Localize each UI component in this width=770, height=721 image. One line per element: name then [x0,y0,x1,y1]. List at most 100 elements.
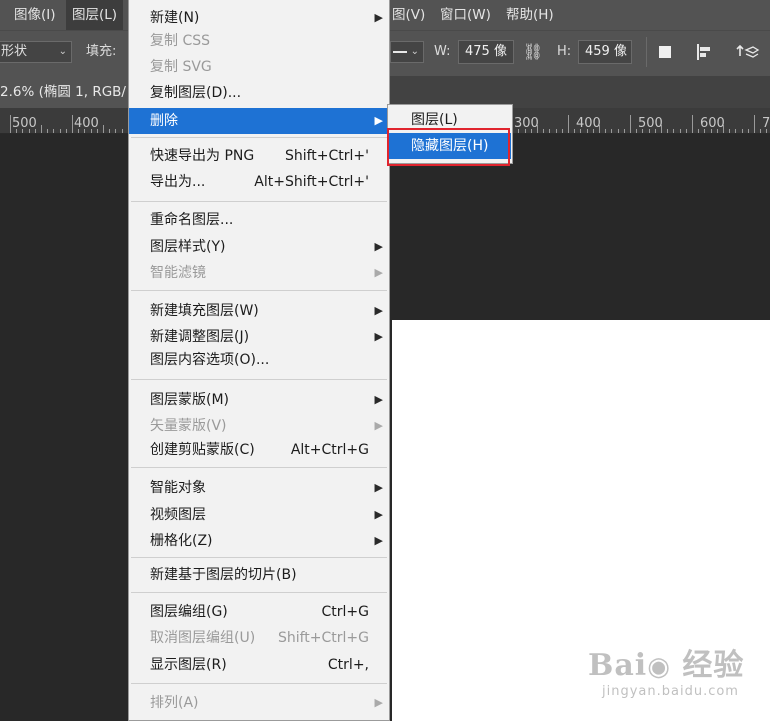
menu-item-label: 新建(N) [150,10,200,26]
submenu-arrow-icon: ▶ [374,266,383,279]
menu-item-video-layer[interactable]: 视频图层 ▶ [129,502,389,528]
shape-mode-value: 形状 [1,44,28,59]
menu-item-label: 图层编组(G) [150,604,228,620]
ruler-tick [543,129,545,133]
menu-item-smart-filter[interactable]: 智能滤镜 ▶ [129,260,389,286]
ruler-tick [10,115,11,133]
menu-image[interactable]: 图像(I) [8,0,62,30]
menu-item-smart-object[interactable]: 智能对象 ▶ [129,475,389,501]
menu-item-ungroup-layers[interactable]: 取消图层编组(U) Shift+Ctrl+G [129,625,389,651]
ruler-tick [16,129,18,133]
ruler-tick [96,129,98,133]
menu-item-label: 导出为... [150,174,206,190]
menu-view[interactable]: 图(V) [386,0,431,30]
menu-item-label: 创建剪贴蒙版(C) [150,442,255,458]
ruler-tick [611,129,613,133]
menu-item-label: 复制 SVG [150,59,212,75]
menu-item-layer-mask[interactable]: 图层蒙版(M) ▶ [129,387,389,413]
ruler-tick [59,129,61,133]
ruler-tick [22,129,24,133]
menu-item-new-fill-layer[interactable]: 新建填充图层(W) ▶ [129,298,389,324]
ruler-tick [698,129,700,133]
watermark: Bai◉ 经验 jingyan.baidu.com [588,640,748,700]
ruler-tick [78,129,80,133]
ruler-tick [121,129,123,133]
menu-separator [131,683,387,684]
menu-item-label: 图层样式(Y) [150,239,226,255]
ruler-tick [599,125,600,133]
document-tab[interactable]: 2.6% (椭圆 1, RGB/ [0,76,128,108]
menu-separator [131,290,387,291]
ruler-tick [549,129,551,133]
menu-item-label: 重命名图层... [150,212,234,228]
menu-item-layer-content-options[interactable]: 图层内容选项(O)... [129,347,389,373]
shape-mode-select[interactable]: 形状 ⌄ [0,41,72,63]
menu-item-new-layer-based-slice[interactable]: 新建基于图层的切片(B) [129,562,389,588]
ruler-tick [568,115,569,133]
path-operations-icon[interactable] [654,41,676,63]
menu-item-label: 快速导出为 PNG [150,148,255,164]
ruler-tick [574,129,576,133]
ruler-tick [84,129,86,133]
divider [646,37,647,67]
ruler-tick [692,115,693,133]
ruler-tick [524,129,526,133]
menu-item-export-as[interactable]: 导出为... Alt+Shift+Ctrl+' [129,169,389,195]
height-input[interactable]: 459 像 [578,40,632,64]
menu-item-create-clipping-mask[interactable]: 创建剪贴蒙版(C) Alt+Ctrl+G [129,437,389,463]
ruler-tick [754,115,755,133]
menu-item-shortcut: Shift+Ctrl+G [277,630,369,646]
ruler-tick [716,129,718,133]
ruler-tick [605,129,607,133]
fill-label: 填充: [86,44,117,59]
ruler-tick [661,125,662,133]
submenu-arrow-icon: ▶ [374,304,383,317]
menu-item-copy-svg[interactable]: 复制 SVG [129,54,389,80]
submenu-item-hidden-layers[interactable]: 隐藏图层(H) [389,133,511,159]
menu-separator [131,467,387,468]
menu-item-copy-css[interactable]: 复制 CSS [129,28,389,54]
ruler-tick [617,129,619,133]
menu-item-label: 排列(A) [150,695,199,711]
link-icon[interactable]: ⛓ [522,41,544,63]
ruler-tick [710,129,712,133]
menu-item-rename-layer[interactable]: 重命名图层... [129,207,389,233]
ruler-tick [747,129,749,133]
submenu-arrow-icon: ▶ [374,393,383,406]
menu-item-group-layers[interactable]: 图层编组(G) Ctrl+G [129,599,389,625]
ruler-tick [53,129,55,133]
submenu-arrow-icon: ▶ [374,114,383,127]
menu-item-duplicate-layer[interactable]: 复制图层(D)... [129,80,389,106]
menu-item-layer-style[interactable]: 图层样式(Y) ▶ [129,234,389,260]
ruler-tick [65,129,67,133]
menu-separator [131,137,387,138]
ruler-tick [729,129,731,133]
menu-item-rasterize[interactable]: 栅格化(Z) ▶ [129,528,389,554]
stroke-line-icon [393,51,407,53]
menu-item-quick-export-png[interactable]: 快速导出为 PNG Shift+Ctrl+' [129,143,389,169]
ruler-tick [103,125,104,133]
chevron-down-icon: ⌄ [58,46,67,57]
ruler-tick [115,129,117,133]
stroke-width-select[interactable]: ⌄ [390,41,424,63]
menu-help[interactable]: 帮助(H) [500,0,560,30]
menu-item-vector-mask[interactable]: 矢量蒙版(V) ▶ [129,413,389,439]
menu-layer[interactable]: 图层(L) [66,0,124,30]
menu-item-delete[interactable]: 删除 ▶ [129,108,389,134]
menu-window[interactable]: 窗口(W) [434,0,497,30]
width-input[interactable]: 475 像 [458,40,514,64]
path-arrangement-icon[interactable] [734,41,762,63]
submenu-item-layer[interactable]: 图层(L) [389,107,511,133]
ruler-tick [648,129,650,133]
menu-item-arrange[interactable]: 排列(A) ▶ [129,690,389,716]
menu-item-shortcut: Alt+Ctrl+G [290,442,369,458]
ruler-tick [636,129,638,133]
ruler-tick [586,129,588,133]
menu-item-label: 新建调整图层(J) [150,329,250,345]
menu-item-show-layers[interactable]: 显示图层(R) Ctrl+, [129,652,389,678]
path-alignment-icon[interactable] [692,41,716,63]
ruler-tick [766,129,768,133]
height-label: H: [557,44,572,59]
ruler-tick [723,125,724,133]
ruler-tick [530,129,532,133]
